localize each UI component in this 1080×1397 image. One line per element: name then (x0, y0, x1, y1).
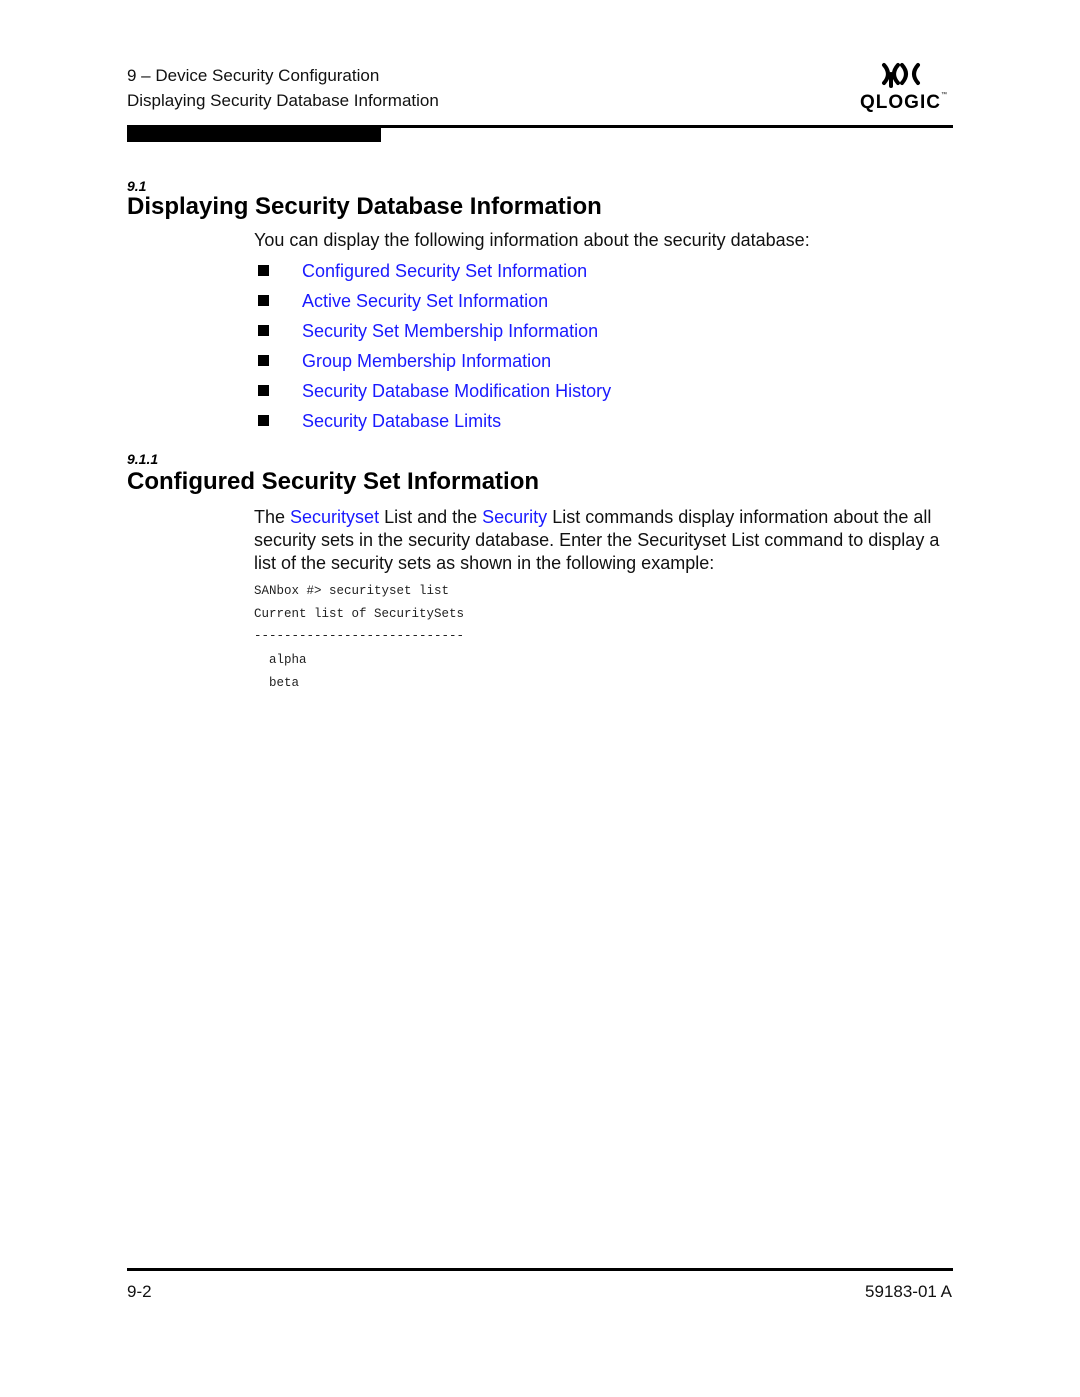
trademark-symbol: ™ (940, 92, 948, 98)
square-bullet-icon (258, 415, 269, 426)
code-line: alpha (254, 653, 307, 667)
section-number: 9.1 (127, 178, 147, 194)
code-line: Current list of SecuritySets (254, 607, 465, 621)
square-bullet-icon (258, 385, 269, 396)
subsection-title: Configured Security Set Information (127, 468, 540, 495)
square-bullet-icon (258, 295, 269, 306)
square-bullet-icon (258, 325, 269, 336)
qlogic-logo-icon (882, 63, 920, 88)
securityset-command-link[interactable]: Securityset (290, 507, 379, 527)
header-rule-block (127, 125, 381, 142)
header-chapter: 9 – Device Security Configuration (127, 66, 380, 85)
link-active-security-set[interactable]: Active Security Set Information (302, 289, 548, 313)
intro-text: You can display the following informatio… (254, 230, 810, 250)
link-security-set-membership[interactable]: Security Set Membership Information (302, 319, 598, 343)
footer-rule (127, 1268, 953, 1271)
link-modification-history[interactable]: Security Database Modification History (302, 379, 611, 403)
code-line: ---------------------------- (254, 629, 465, 643)
body-paragraph: The Securityset List and the Security Li… (254, 506, 959, 575)
text-run: List and the (379, 507, 483, 527)
security-command-link[interactable]: Security (482, 507, 547, 527)
document-id: 59183-01 A (865, 1282, 952, 1301)
qlogic-logo: QLOGIC™ (858, 60, 950, 116)
section-title: Displaying Security Database Information (127, 193, 602, 220)
text-run: The (254, 507, 291, 527)
header-section: Displaying Security Database Information (127, 91, 439, 110)
square-bullet-icon (258, 265, 269, 276)
page-number: 9-2 (127, 1282, 152, 1301)
link-configured-security-set[interactable]: Configured Security Set Information (302, 259, 587, 283)
logo-wordmark: QLOGIC (860, 92, 941, 113)
code-line: beta (254, 676, 300, 690)
square-bullet-icon (258, 355, 269, 366)
subsection-number: 9.1.1 (127, 451, 159, 467)
code-line: SANbox #> securityset list (254, 584, 450, 598)
link-group-membership[interactable]: Group Membership Information (302, 349, 551, 373)
link-database-limits[interactable]: Security Database Limits (302, 409, 501, 433)
logo-text: QLOGIC™ (860, 92, 948, 114)
